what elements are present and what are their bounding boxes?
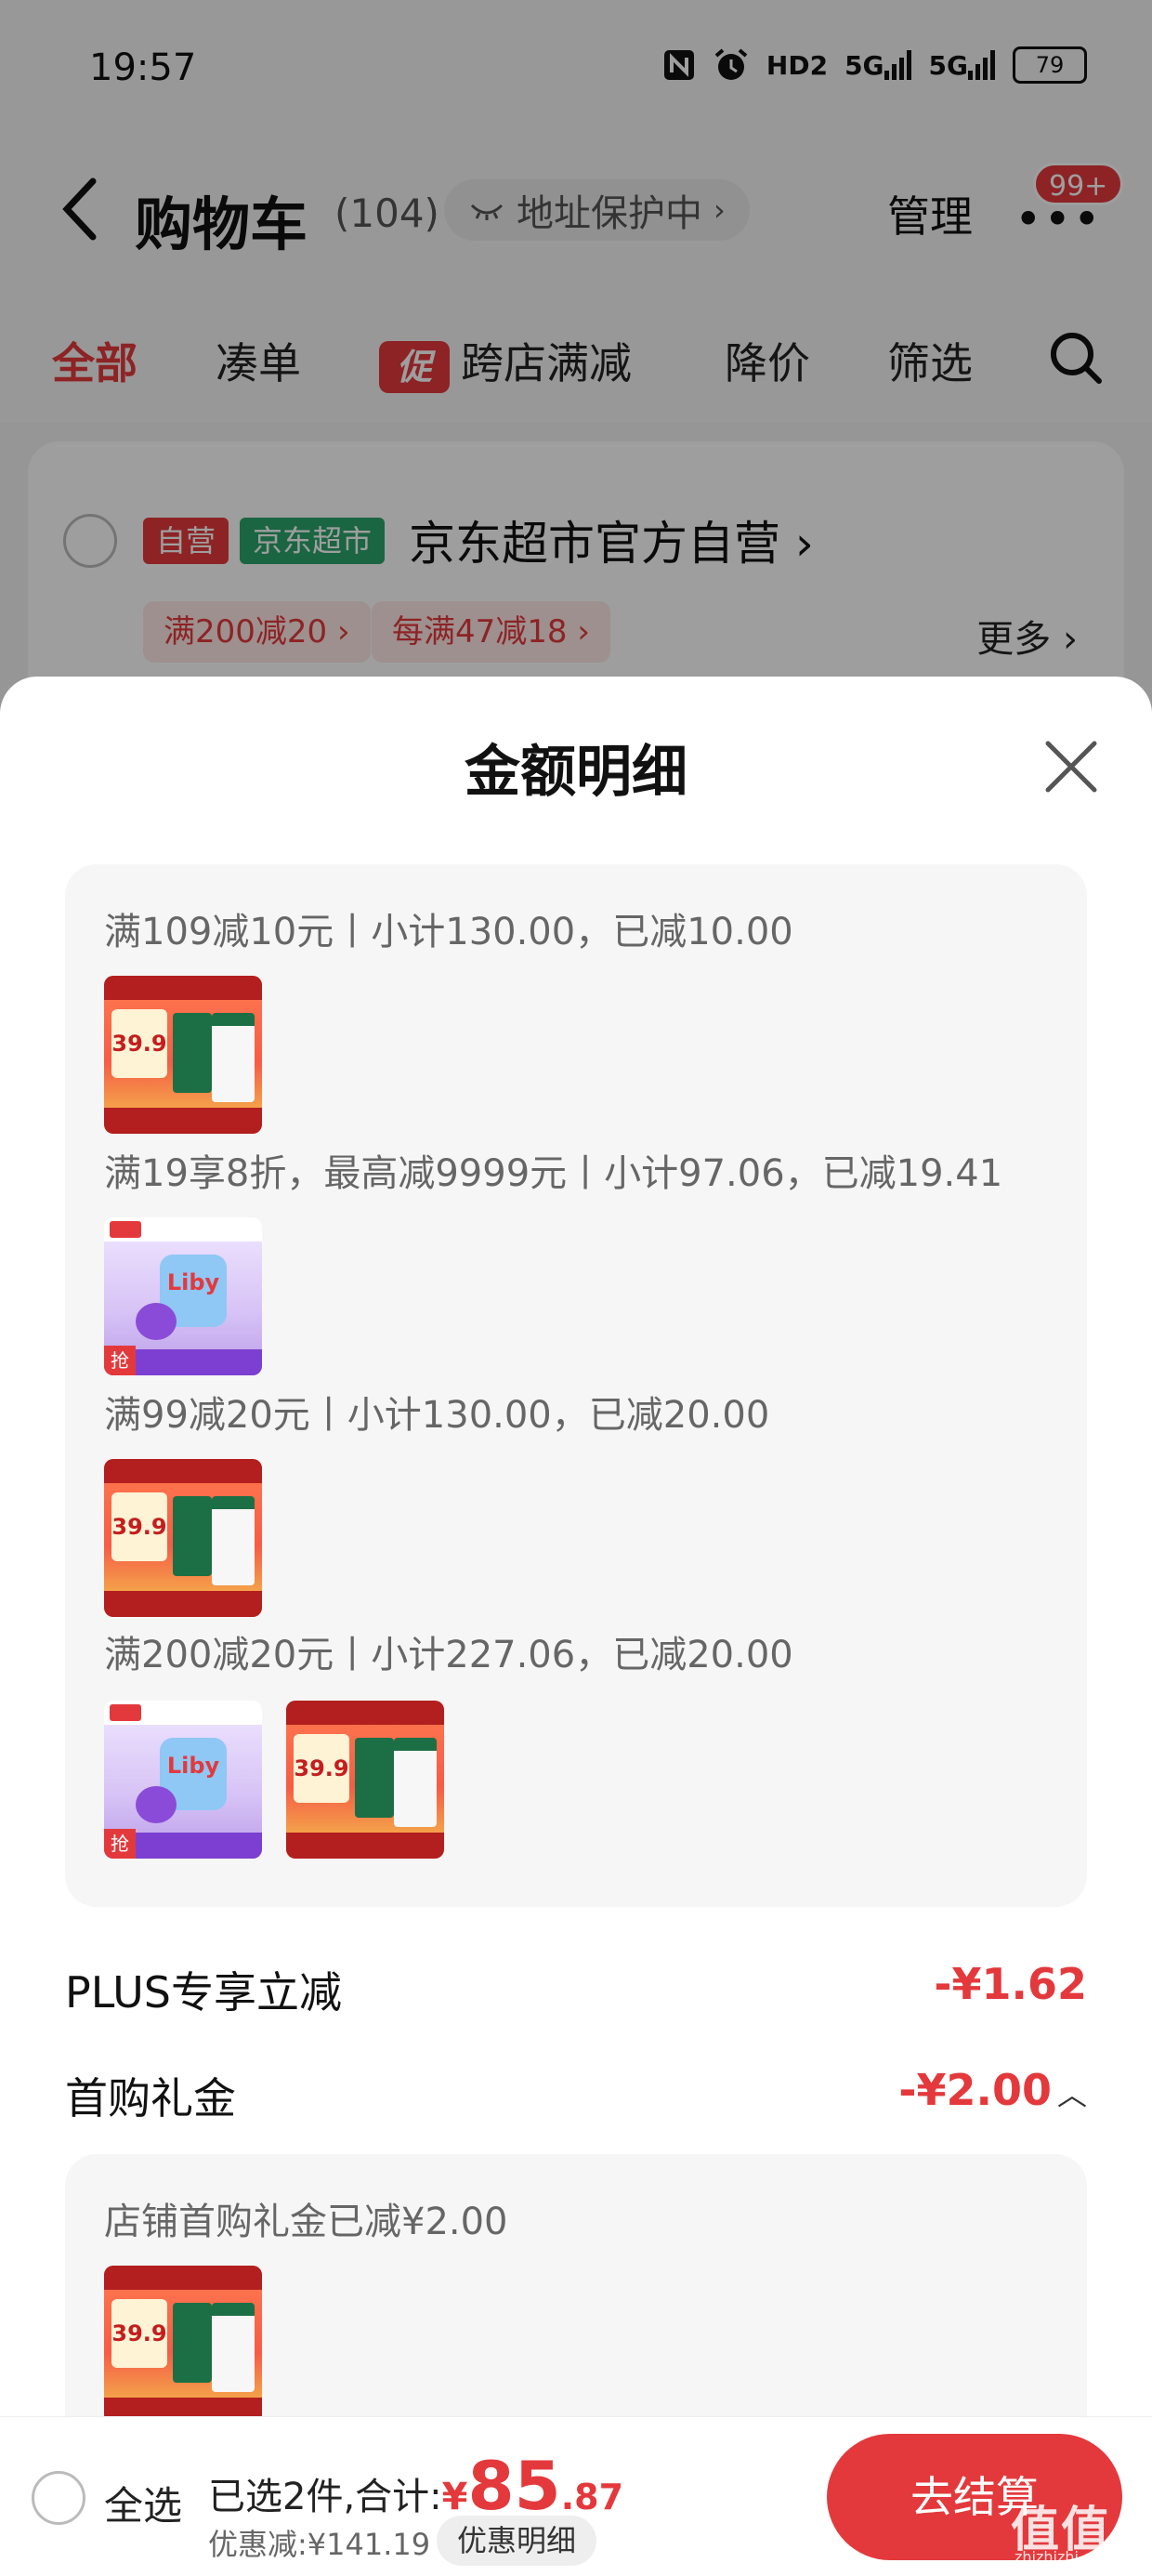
product-thumbnail-milk[interactable]: 39.9 <box>104 1459 262 1617</box>
total-amount: ¥85.87 <box>441 2447 624 2525</box>
product-thumbnail-milk[interactable]: 39.9 <box>286 1701 444 1859</box>
first-purchase-gift-toggle[interactable]: -¥2.00 ︿ <box>898 2065 1087 2115</box>
promo-line: 满109减10元丨小计130.00，已减10.00 <box>104 911 793 953</box>
promo-breakdown-box: 满109减10元丨小计130.00，已减10.00 39.9 满19享8折，最高… <box>65 864 1087 1907</box>
first-purchase-gift-value: -¥2.00 <box>898 2065 1052 2115</box>
promo-line: 满99减20元丨小计130.00，已减20.00 <box>104 1394 770 1437</box>
plus-discount-label: PLUS专享立减 <box>65 1967 342 2017</box>
plus-discount-value: -¥1.62 <box>934 1959 1087 2009</box>
product-thumbnail-liby[interactable]: Liby 抢 <box>104 1701 262 1859</box>
sheet-title: 金额明细 <box>465 740 687 805</box>
selected-count-text: 已选2件,合计: <box>208 2476 442 2518</box>
amount-detail-sheet: 金额明细 满109减10元丨小计130.00，已减10.00 39.9 满19享… <box>0 677 1152 2576</box>
product-thumbnail-milk[interactable]: 39.9 <box>104 976 262 1134</box>
promo-line: 满19享8折，最高减9999元丨小计97.06，已减19.41 <box>104 1152 1003 1195</box>
discount-detail-button[interactable]: 优惠明细 <box>437 2516 597 2566</box>
chevron-up-icon: ︿ <box>1056 2077 1087 2112</box>
first-purchase-gift-label: 首购礼金 <box>65 2073 236 2123</box>
selected-summary: 已选2件,合计:¥85.87 <box>208 2447 623 2525</box>
select-all-label[interactable]: 全选 <box>104 2475 182 2531</box>
watermark-url: zhizhizhi.com <box>1015 2548 1116 2566</box>
discount-total: 优惠减:¥141.19 <box>208 2527 431 2562</box>
product-thumbnail-liby[interactable]: Liby 抢 <box>104 1217 262 1375</box>
select-all-radio[interactable] <box>32 2471 85 2525</box>
checkout-bar: 全选 已选2件,合计:¥85.87 优惠减:¥141.19 优惠明细 去结算 <box>0 2416 1152 2576</box>
promo-line: 满200减20元丨小计227.06，已减20.00 <box>104 1634 793 1676</box>
close-icon[interactable] <box>1039 734 1104 799</box>
product-thumbnail-milk[interactable]: 39.9 <box>104 2266 262 2424</box>
gift-detail-line: 店铺首购礼金已减¥2.00 <box>104 2201 508 2243</box>
